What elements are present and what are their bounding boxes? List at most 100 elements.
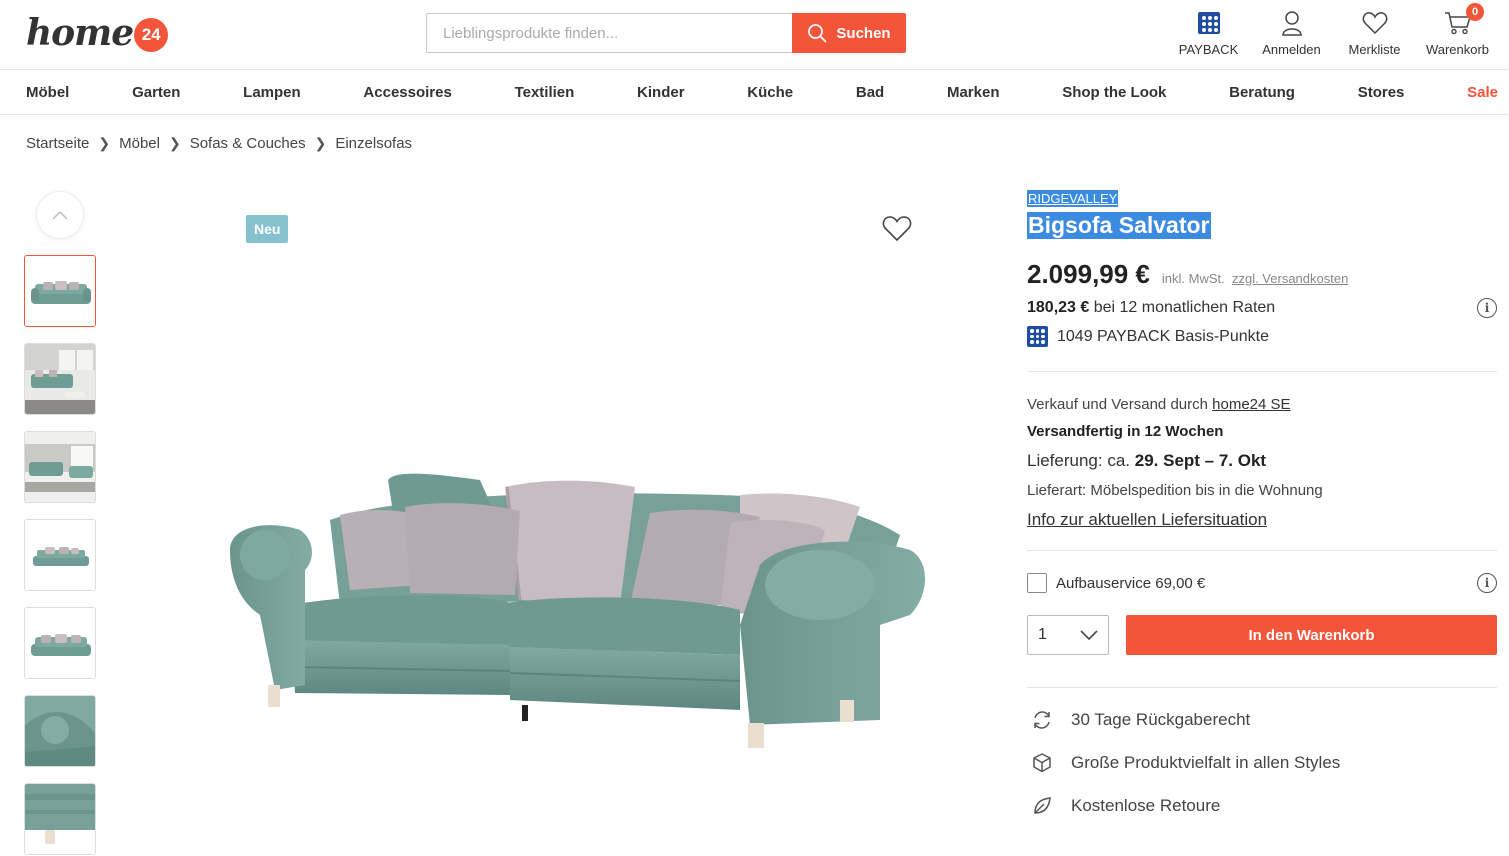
thumbnail-image[interactable]: [24, 255, 96, 327]
quantity-select[interactable]: 1: [1027, 615, 1109, 655]
assembly-service-checkbox[interactable]: [1027, 573, 1047, 593]
search-input[interactable]: [426, 13, 792, 53]
breadcrumb-item[interactable]: Startseite: [26, 135, 89, 152]
delivery-info-link[interactable]: Info zur aktuellen Liefersituation: [1027, 510, 1497, 530]
search-button-label: Suchen: [836, 24, 891, 42]
installment-row: 180,23 € bei 12 monatlichen Raten i: [1027, 298, 1497, 318]
thumbnail-list: [24, 255, 96, 856]
cart-link[interactable]: 0 Warenkorb: [1416, 3, 1499, 57]
leaf-icon: [1031, 795, 1053, 817]
thumbnail-image[interactable]: [24, 607, 96, 679]
chevron-up-icon: [52, 210, 68, 220]
thumbnail-image[interactable]: [24, 431, 96, 503]
seller-info: Verkauf und Versand durch home24 SE: [1027, 396, 1497, 413]
main-navigation: Möbel Garten Lampen Accessoires Textilie…: [0, 71, 1509, 115]
assembly-service-label: Aufbauservice 69,00 €: [1056, 574, 1206, 592]
nav-item-beratung[interactable]: Beratung: [1229, 84, 1295, 101]
add-to-wishlist-button[interactable]: [882, 215, 912, 248]
login-label: Anmelden: [1262, 42, 1321, 57]
brand-link[interactable]: RIDGEVALLEY: [1027, 190, 1119, 207]
heart-icon: [882, 216, 912, 242]
nav-item-shop-the-look[interactable]: Shop the Look: [1062, 84, 1166, 101]
installment-amount: 180,23 €: [1027, 299, 1090, 316]
seller-prefix: Verkauf und Versand durch: [1027, 396, 1208, 413]
header-actions: PAYBACK Anmelden Merkliste 0 Warenkorb: [1167, 3, 1499, 57]
thumbnail-image[interactable]: [24, 783, 96, 855]
nav-item-stores[interactable]: Stores: [1358, 84, 1405, 101]
thumbnail-image[interactable]: [24, 695, 96, 767]
breadcrumb-item[interactable]: Möbel: [119, 135, 160, 152]
wishlist-link[interactable]: Merkliste: [1333, 8, 1416, 57]
login-link[interactable]: Anmelden: [1250, 8, 1333, 57]
delivery-dates: 29. Sept – 7. Okt: [1134, 451, 1267, 470]
search-button[interactable]: Suchen: [792, 13, 906, 53]
nav-item-kinder[interactable]: Kinder: [637, 84, 685, 101]
site-header: home 24 Suchen PAYBACK Anmelden Merklist…: [0, 0, 1509, 70]
divider: [1027, 371, 1497, 372]
nav-item-marken[interactable]: Marken: [947, 84, 1000, 101]
product-price: 2.099,99 €: [1027, 259, 1150, 289]
cart-label: Warenkorb: [1425, 42, 1490, 57]
info-icon[interactable]: i: [1477, 298, 1497, 318]
usp-text: 30 Tage Rückgaberecht: [1071, 710, 1251, 729]
usp-item: Große Produktvielfalt in allen Styles: [1027, 752, 1497, 774]
assembly-service-row: Aufbauservice 69,00 € i: [1027, 573, 1497, 593]
payback-points-text: 1049 PAYBACK Basis-Punkte: [1057, 327, 1269, 345]
search-bar: Suchen: [426, 13, 906, 53]
installment-text: bei 12 monatlichen Raten: [1093, 299, 1276, 316]
heart-icon: [1362, 12, 1387, 35]
new-badge: Neu: [246, 215, 289, 243]
logo-text: home: [26, 12, 134, 54]
search-icon: [808, 24, 827, 43]
delivery-estimate: Lieferung: ca. 29. Sept – 7. Okt: [1027, 451, 1497, 471]
usp-text: Große Produktvielfalt in allen Styles: [1071, 753, 1341, 772]
add-to-cart-button[interactable]: In den Warenkorb: [1126, 615, 1497, 655]
payback-icon: [1197, 12, 1220, 34]
divider: [1027, 687, 1497, 688]
thumbnail-image[interactable]: [24, 519, 96, 591]
delivery-type: Lieferart: Möbelspedition bis in die Woh…: [1027, 482, 1323, 499]
vat-note: inkl. MwSt.: [1161, 271, 1225, 286]
chevron-right-icon: ❯: [314, 135, 327, 151]
shipping-costs-link[interactable]: zzgl. Versandkosten: [1232, 271, 1348, 286]
nav-item-moebel[interactable]: Möbel: [26, 84, 69, 101]
nav-item-accessoires[interactable]: Accessoires: [363, 84, 451, 101]
chevron-right-icon: ❯: [168, 135, 181, 151]
user-icon: [1281, 11, 1302, 36]
price-row: 2.099,99 € inkl. MwSt. zzgl. Versandkost…: [1027, 259, 1497, 290]
nav-item-garten[interactable]: Garten: [132, 84, 180, 101]
buy-row: 1 In den Warenkorb: [1027, 615, 1497, 655]
nav-item-bad[interactable]: Bad: [856, 84, 884, 101]
usp-item: Kostenlose Retoure: [1027, 795, 1497, 817]
product-main-image[interactable]: [220, 195, 940, 856]
quantity-value: 1: [1038, 626, 1047, 643]
breadcrumb-item[interactable]: Einzelsofas: [335, 135, 412, 152]
price-note: inkl. MwSt. zzgl. Versandkosten: [1162, 271, 1348, 286]
payback-label: PAYBACK: [1178, 42, 1239, 57]
wishlist-label: Merkliste: [1348, 42, 1401, 57]
usp-text: Kostenlose Retoure: [1071, 796, 1221, 815]
payback-link[interactable]: PAYBACK: [1167, 8, 1250, 57]
payback-points-row: 1049 PAYBACK Basis-Punkte: [1027, 326, 1497, 347]
ready-to-ship: Versandfertig in 12 Wochen: [1027, 423, 1224, 440]
cart-count-badge: 0: [1466, 3, 1484, 21]
chevron-right-icon: ❯: [98, 135, 111, 151]
nav-item-kueche[interactable]: Küche: [747, 84, 793, 101]
product-info-panel: RIDGEVALLEY Bigsofa Salvator 2.099,99 € …: [1027, 190, 1497, 817]
thumbnails-scroll-up-button[interactable]: [36, 191, 84, 239]
chevron-down-icon: [1080, 630, 1098, 640]
divider: [1027, 550, 1497, 551]
product-title: Bigsofa Salvator: [1027, 212, 1211, 239]
info-icon[interactable]: i: [1477, 573, 1497, 593]
return-icon: [1031, 709, 1053, 731]
seller-link[interactable]: home24 SE: [1212, 396, 1290, 413]
thumbnail-image[interactable]: [24, 343, 96, 415]
usp-item: 30 Tage Rückgaberecht: [1027, 709, 1497, 731]
nav-item-lampen[interactable]: Lampen: [243, 84, 301, 101]
payback-icon: [1027, 326, 1048, 347]
nav-item-sale[interactable]: Sale: [1467, 84, 1498, 101]
nav-item-textilien[interactable]: Textilien: [515, 84, 575, 101]
breadcrumb-item[interactable]: Sofas & Couches: [190, 135, 306, 152]
logo-badge: 24: [134, 18, 169, 52]
home24-logo[interactable]: home 24: [26, 10, 169, 56]
